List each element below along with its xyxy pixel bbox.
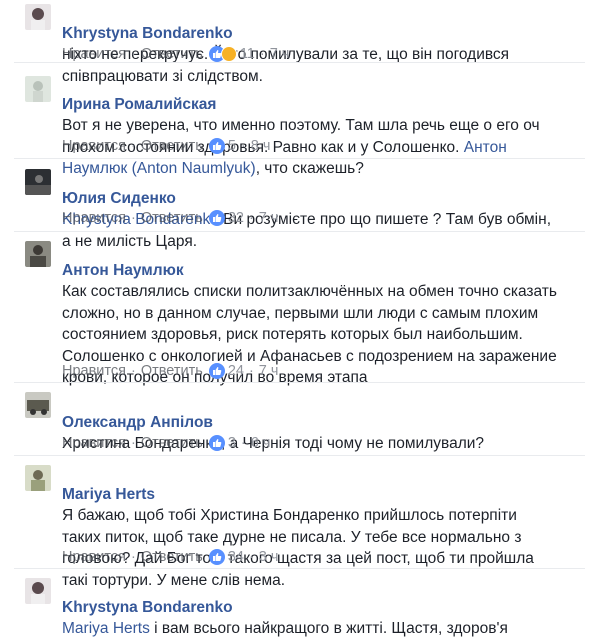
like-button[interactable]: Нравится [62, 46, 126, 62]
comment-body: Khrystyna Bondarenko Mariya Herts і вам … [62, 575, 559, 640]
comment-body: Ирина Ромалийская Вот я не уверена, что … [62, 72, 559, 180]
comment-actions: Нравится · Ответить 24 · 7 ч [62, 363, 279, 379]
reaction-summary[interactable]: 3 [208, 435, 236, 451]
like-button[interactable]: Нравится [62, 435, 126, 451]
reaction-count: 11 [239, 46, 255, 62]
comment-time[interactable]: 7 ч [270, 46, 290, 62]
like-button[interactable]: Нравится [62, 138, 126, 154]
comment: Khrystyna Bondarenko Mariya Herts і вам … [0, 574, 599, 637]
reply-button[interactable]: Ответить [141, 435, 203, 451]
comment-thread: Khrystyna Bondarenko ніхто не перекручує… [0, 0, 599, 637]
like-button[interactable]: Нравится [62, 549, 126, 565]
comment-actions: Нравится · Ответить 32 · 7 ч [62, 210, 279, 226]
like-icon [208, 210, 225, 226]
comment-time[interactable]: 7 ч [259, 363, 279, 379]
comment-actions: Нравится · Ответить 5 · 8 ч [62, 138, 271, 154]
divider [14, 62, 585, 63]
comment-time[interactable]: 3 ч [259, 549, 279, 565]
avatar[interactable] [25, 76, 51, 102]
avatar[interactable] [25, 169, 51, 195]
comment-author[interactable]: Олександр Анпілов [62, 414, 213, 431]
comment-actions: Нравится · Ответить 3 · 6 ч [62, 435, 271, 451]
comment-time[interactable]: 7 ч [259, 210, 279, 226]
comment-author[interactable]: Ирина Ромалийская [62, 96, 216, 113]
reply-button[interactable]: Ответить [141, 46, 203, 62]
avatar[interactable] [25, 578, 51, 604]
reaction-summary[interactable]: 24 [208, 363, 244, 379]
comment-body: Mariya Herts Я бажаю, щоб тобі Христина … [62, 462, 559, 591]
avatar[interactable] [25, 392, 51, 418]
like-icon [208, 435, 225, 451]
reply-button[interactable]: Ответить [141, 363, 203, 379]
comment: Олександр Анпілов Христина Бондаренко, а… [0, 390, 599, 456]
comment: Юлия Сиденко Khrystyna Bondarenko Ви роз… [0, 165, 599, 250]
comment-time[interactable]: 8 ч [251, 138, 271, 154]
comment-author[interactable]: Khrystyna Bondarenko [62, 25, 233, 42]
wow-icon [220, 46, 237, 62]
comment: Антон Наумлюк Как составлялись списки по… [0, 237, 599, 386]
reply-button[interactable]: Ответить [141, 549, 203, 565]
avatar[interactable] [25, 465, 51, 491]
comment-author[interactable]: Khrystyna Bondarenko [62, 599, 233, 616]
divider [14, 455, 585, 456]
divider [14, 158, 585, 159]
comment-mention[interactable]: Mariya Herts [62, 620, 150, 637]
reaction-count: 3 [227, 435, 236, 451]
like-icon [208, 363, 225, 379]
avatar[interactable] [25, 4, 51, 30]
comment-text-after: і вам всього найкращого в житті. Щастя, … [149, 620, 508, 637]
reaction-summary[interactable]: 32 [208, 210, 244, 226]
like-icon [208, 549, 225, 565]
comment-actions: Нравится · Ответить 34 · 3 ч [62, 549, 279, 565]
comment: Khrystyna Bondarenko ніхто не перекручує… [0, 0, 599, 85]
reaction-summary[interactable]: 11 [208, 46, 255, 62]
divider [14, 568, 585, 569]
reply-button[interactable]: Ответить [141, 138, 203, 154]
comment-author[interactable]: Mariya Herts [62, 486, 155, 503]
comment-author[interactable]: Юлия Сиденко [62, 190, 176, 207]
divider [14, 382, 585, 383]
reaction-count: 34 [227, 549, 244, 565]
comment: Mariya Herts Я бажаю, щоб тобі Христина … [0, 461, 599, 589]
comment-actions: Нравится · Ответить 11 · 7 ч [62, 46, 290, 62]
comment-author[interactable]: Антон Наумлюк [62, 262, 184, 279]
reply-button[interactable]: Ответить [141, 210, 203, 226]
like-icon [208, 138, 225, 154]
reaction-summary[interactable]: 34 [208, 549, 244, 565]
reaction-count: 24 [227, 363, 244, 379]
comment: Ирина Ромалийская Вот я не уверена, что … [0, 70, 599, 177]
comment-time[interactable]: 6 ч [251, 435, 271, 451]
reaction-summary[interactable]: 5 [208, 138, 236, 154]
avatar[interactable] [25, 241, 51, 267]
reaction-count: 5 [227, 138, 236, 154]
like-button[interactable]: Нравится [62, 363, 126, 379]
reaction-count: 32 [227, 210, 244, 226]
like-button[interactable]: Нравится [62, 210, 126, 226]
divider [14, 231, 585, 232]
